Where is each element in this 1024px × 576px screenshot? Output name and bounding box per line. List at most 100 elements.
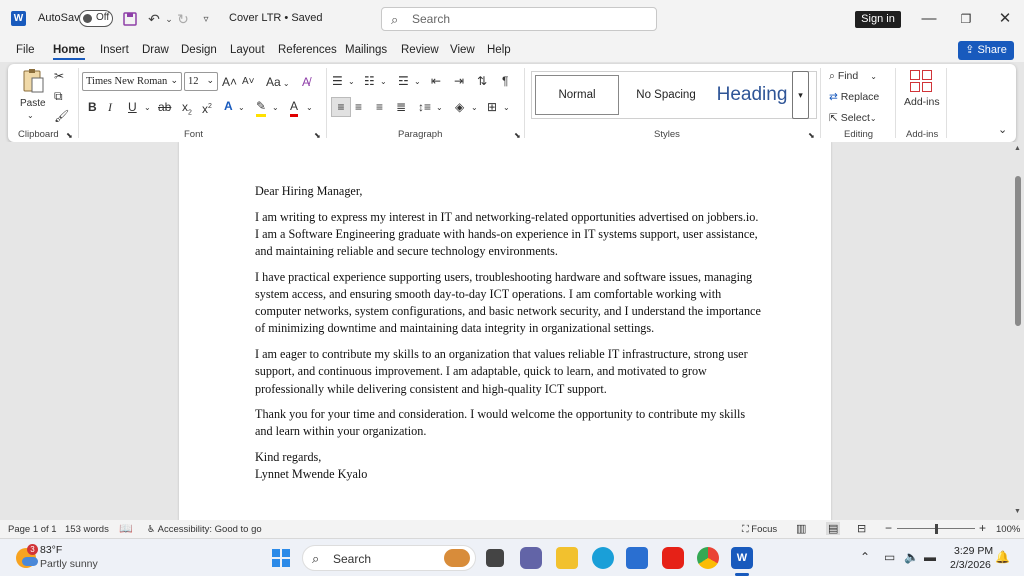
add-ins-icon[interactable]: [910, 70, 932, 92]
chevron-up-icon[interactable]: ⌃: [860, 550, 870, 564]
customize-toolbar-icon[interactable]: ▿: [196, 9, 216, 29]
chevron-down-icon[interactable]: ⌄: [471, 100, 478, 116]
edge-icon[interactable]: [592, 547, 614, 569]
word-taskbar-icon[interactable]: W: [731, 547, 753, 569]
replace-button[interactable]: ⇄ Replace: [829, 89, 879, 105]
document-canvas[interactable]: Dear Hiring Manager, I am writing to exp…: [0, 142, 1012, 520]
tab-insert[interactable]: Insert: [100, 44, 129, 56]
tab-home[interactable]: Home: [53, 44, 85, 60]
file-explorer-icon[interactable]: [556, 547, 578, 569]
read-mode-icon[interactable]: ▥: [796, 522, 806, 535]
teams-icon[interactable]: [520, 547, 542, 569]
increase-indent-icon[interactable]: ⇥: [454, 73, 464, 89]
sort-icon[interactable]: ⇅: [477, 73, 487, 89]
word-count[interactable]: 153 words: [65, 524, 109, 535]
chrome-icon[interactable]: [697, 547, 719, 569]
align-right-icon[interactable]: ≡: [376, 99, 383, 115]
display-icon[interactable]: ▭: [884, 550, 895, 564]
tab-mailings[interactable]: Mailings: [345, 44, 387, 56]
zoom-out-icon[interactable]: −: [885, 521, 892, 535]
temperature[interactable]: 83°F: [40, 544, 62, 556]
copy-icon[interactable]: ⧉: [54, 88, 63, 104]
style-normal[interactable]: Normal: [535, 75, 619, 115]
shrink-font-icon[interactable]: A˅: [242, 74, 255, 90]
save-icon[interactable]: [120, 9, 140, 29]
share-button[interactable]: ⇪ Share: [958, 41, 1014, 60]
collapse-ribbon-icon[interactable]: ⌄: [998, 122, 1007, 138]
chevron-down-icon[interactable]: ⌄: [503, 100, 510, 116]
tab-references[interactable]: References: [278, 44, 337, 56]
font-size-combo[interactable]: 12 ⌄: [184, 72, 218, 91]
print-layout-icon[interactable]: ▤: [826, 522, 841, 535]
style-heading[interactable]: Heading: [710, 75, 794, 115]
notification-bell-icon[interactable]: 🔔: [995, 550, 1010, 564]
zoom-level[interactable]: 100%: [996, 524, 1020, 535]
letter-body[interactable]: Dear Hiring Manager, I am writing to exp…: [255, 183, 765, 484]
focus-button[interactable]: ⛶ Focus: [742, 524, 777, 535]
tab-view[interactable]: View: [450, 44, 475, 56]
bullets-icon[interactable]: ☰: [332, 73, 343, 89]
borders-icon[interactable]: ⊞: [487, 99, 497, 115]
tab-design[interactable]: Design: [181, 44, 217, 56]
chevron-down-icon[interactable]: ⌄: [306, 100, 313, 116]
select-button[interactable]: ⇱ Select⌄: [829, 110, 877, 127]
chevron-down-icon[interactable]: ⌄: [272, 100, 279, 116]
accessibility-status[interactable]: ♿ Accessibility: Good to go: [147, 524, 262, 535]
align-left-icon[interactable]: ≡: [331, 97, 351, 117]
close-icon[interactable]: ✕: [994, 8, 1016, 30]
subscript-icon[interactable]: x2: [182, 99, 192, 121]
zoom-in-icon[interactable]: +: [979, 521, 986, 535]
format-painter-icon[interactable]: 🖌: [54, 108, 69, 124]
styles-more-icon[interactable]: ▾: [792, 71, 809, 119]
line-spacing-icon[interactable]: ↕≡: [418, 99, 431, 115]
underline-dropdown-icon[interactable]: ⌄: [144, 100, 151, 116]
web-layout-icon[interactable]: ⊟: [857, 522, 866, 535]
font-color-icon[interactable]: A: [290, 98, 299, 117]
sign-in-button[interactable]: Sign in: [855, 11, 901, 28]
multilevel-list-icon[interactable]: ☲: [398, 73, 409, 89]
shading-icon[interactable]: ◈: [455, 99, 464, 115]
windows-start-icon[interactable]: [270, 547, 292, 569]
chevron-down-icon[interactable]: ⌄: [238, 100, 245, 116]
grow-font-icon[interactable]: A˄: [222, 74, 237, 90]
tab-file[interactable]: File: [16, 44, 35, 56]
scroll-down-icon[interactable]: ▼: [1014, 508, 1021, 515]
proofing-icon[interactable]: 📖: [119, 522, 133, 535]
battery-icon[interactable]: ▬: [924, 550, 936, 564]
scroll-up-icon[interactable]: ▲: [1014, 145, 1021, 152]
chevron-down-icon[interactable]: ⌄: [348, 74, 355, 90]
align-center-icon[interactable]: ≡: [355, 99, 362, 115]
decrease-indent-icon[interactable]: ⇤: [431, 73, 441, 89]
volume-icon[interactable]: 🔈: [904, 550, 919, 564]
text-effects-icon[interactable]: A: [224, 98, 233, 114]
strikethrough-icon[interactable]: ab: [158, 99, 171, 115]
bold-icon[interactable]: B: [88, 99, 97, 115]
search-highlight-icon[interactable]: [444, 549, 470, 567]
document-page[interactable]: Dear Hiring Manager, I am writing to exp…: [179, 142, 831, 520]
redo-icon[interactable]: ↻: [173, 9, 193, 29]
search-box[interactable]: ⌕: [381, 7, 657, 31]
highlight-icon[interactable]: ✎: [256, 98, 267, 117]
paste-dropdown-icon[interactable]: ⌄: [27, 108, 34, 124]
superscript-icon[interactable]: x2: [202, 99, 212, 117]
paste-icon[interactable]: [20, 68, 46, 96]
tab-help[interactable]: Help: [487, 44, 511, 56]
style-no-spacing[interactable]: No Spacing: [624, 75, 708, 115]
autosave-toggle[interactable]: Off: [79, 10, 113, 27]
tab-draw[interactable]: Draw: [142, 44, 169, 56]
clock-date[interactable]: 2/3/2026: [950, 559, 991, 571]
youtube-icon[interactable]: [662, 547, 684, 569]
italic-icon[interactable]: I: [108, 99, 112, 115]
page-count[interactable]: Page 1 of 1: [8, 524, 57, 535]
cut-icon[interactable]: ✂: [54, 68, 64, 84]
underline-icon[interactable]: U: [128, 99, 137, 115]
find-button[interactable]: ⌕ Find ⌄: [829, 68, 877, 85]
document-name[interactable]: Cover LTR • Saved: [229, 12, 323, 24]
tab-layout[interactable]: Layout: [230, 44, 265, 56]
font-name-combo[interactable]: Times New Roman ⌄: [82, 72, 182, 91]
scroll-thumb[interactable]: [1015, 176, 1021, 326]
restore-icon[interactable]: ❐: [955, 8, 977, 30]
chevron-down-icon[interactable]: ⌄: [380, 74, 387, 90]
chevron-down-icon[interactable]: ⌄: [436, 100, 443, 116]
change-case-button[interactable]: Aa ⌄: [266, 74, 290, 92]
